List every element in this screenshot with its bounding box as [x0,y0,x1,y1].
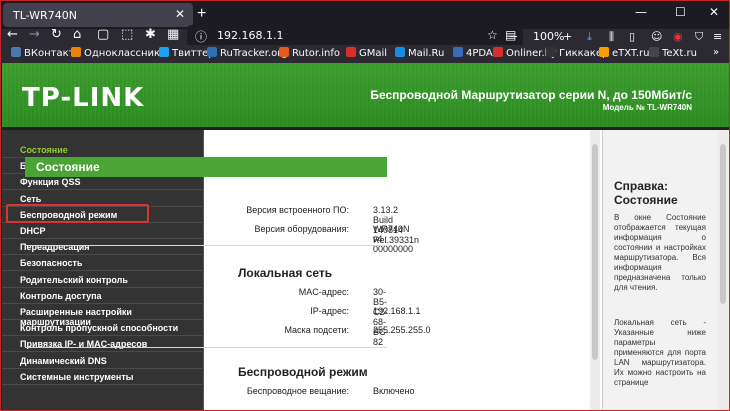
bookmark-item[interactable]: eTXT.ru [599,47,650,59]
bookmark-star-icon[interactable]: ☆ [487,28,498,42]
bookmark-label: RuTracker.org [220,48,288,59]
help-text-1: В окне Состояние отображается текущая ин… [614,213,706,292]
ip-value: 192.168.1.1 [373,306,421,316]
home-icon[interactable]: ⌂ [73,27,81,45]
bookmark-item[interactable]: Mail.Ru [395,47,444,59]
info-icon[interactable]: ⓘ [195,28,207,45]
downloads-icon[interactable]: ⤓ [587,30,592,44]
router-model: Модель № TL-WR740N [602,103,692,112]
firmware-label: Версия встроенного ПО: [246,205,349,215]
bookmark-item[interactable]: GMail [346,47,387,59]
back-icon[interactable]: ← [7,27,18,45]
calendar-icon[interactable]: ▦ [167,27,179,45]
mac-label: MAC-адрес: [298,287,349,297]
zoom-level[interactable]: 100% [533,30,564,43]
bookmark-favicon-icon [546,47,556,57]
bookmark-favicon-icon [71,47,81,57]
addon-icon[interactable]: ◉ [673,30,683,43]
bookmark-favicon-icon [453,47,463,57]
help-text-2: Локальная сеть - Указанные ниже параметр… [614,318,706,387]
minimize-button[interactable]: — [635,5,647,19]
hardware-label: Версия оборудования: [254,224,350,234]
zoom-out-icon[interactable]: − [509,30,518,43]
hardware-value: WR740N v4 00000000 [373,224,414,254]
broadcast-label: Беспроводное вещание: [246,386,349,396]
sidebar-item[interactable]: Динамический DNS [2,353,204,369]
tab-title: TL-WR740N [13,9,77,22]
bookmark-label: TeXt.ru [662,48,697,59]
bookmarks-overflow-icon[interactable]: » [713,47,719,58]
bookmark-label: eTXT.ru [612,48,650,59]
lan-title: Локальная сеть [238,266,333,280]
new-tab-button[interactable]: + [197,5,206,23]
url-text: 192.168.1.1 [217,29,284,42]
shield-icon[interactable]: ⛉ [695,30,703,44]
bookmark-favicon-icon [11,47,21,57]
tab-close-icon[interactable]: ✕ [175,7,185,21]
bookmark-item[interactable]: Одноклассники [71,47,167,59]
help-title: Справка: Состояние [614,179,678,207]
bookmark-favicon-icon [649,47,659,57]
close-window-button[interactable]: ✕ [709,5,719,19]
forward-icon[interactable]: → [29,27,40,45]
sidebar-item[interactable]: Привязка IP- и MAC-адресов [2,336,204,353]
main-scrollbar[interactable] [590,130,600,410]
browser-window: TL-WR740N ✕ + — ☐ ✕ ← → ↻ ⌂ ▢ ⬚ ✱ ▦ ⓘ 19… [0,0,730,411]
mac-value: 30-B5-C2-68-BC-82 [373,287,389,347]
mask-value: 255.255.255.0 [373,325,431,335]
bookmark-item[interactable]: RuTracker.org [207,47,288,59]
screenshot-icon[interactable]: ⬚ [121,27,133,45]
bookmark-item[interactable]: TeXt.ru [649,47,697,59]
bookmark-favicon-icon [207,47,217,57]
library-icon[interactable]: ⫼ [609,30,614,44]
bookmark-item[interactable]: Rutor.info [279,47,340,59]
mask-label: Маска подсети: [284,325,349,335]
router-title: Беспроводной Маршрутизатор серии N, до 1… [370,88,692,102]
bookmark-label: Одноклассники [84,48,167,59]
tplink-logo: TP-LINK [22,83,145,113]
router-page: TP-LINK Беспроводной Маршрутизатор серии… [2,63,729,410]
maximize-button[interactable]: ☐ [675,5,686,19]
bookmark-item[interactable]: 4PDA [453,47,493,59]
wireless-title: Беспроводной режим [238,365,368,379]
pocket-icon[interactable]: ▢ [97,27,109,45]
sidebar-item[interactable]: Системные инструменты [2,369,204,385]
sidebar-icon[interactable]: ▯ [629,30,635,43]
bookmark-favicon-icon [346,47,356,57]
bookmark-label: Mail.Ru [408,48,445,59]
bookmark-favicon-icon [493,47,503,57]
account-icon[interactable]: ☺ [651,30,662,43]
bookmark-favicon-icon [279,47,289,57]
bookmark-label: Rutor.info [292,48,341,59]
bookmark-label: 4PDA [466,48,493,59]
sidebar-item[interactable]: Состояние [2,142,204,158]
browser-tab[interactable]: TL-WR740N ✕ [3,3,193,27]
menu-icon[interactable]: ≡ [713,30,722,43]
bookmark-favicon-icon [599,47,609,57]
bookmark-favicon-icon [159,47,169,57]
bookmark-favicon-icon [395,47,405,57]
reload-icon[interactable]: ↻ [51,27,62,45]
bookmark-label: GMail [359,48,388,59]
extensions-icon[interactable]: ✱ [145,27,156,45]
sidebar-item[interactable]: Переадресация [2,239,204,256]
broadcast-value: Включено [373,386,415,396]
section-header: Состояние [25,157,387,177]
sidebar-item[interactable]: Безопасность [2,255,204,272]
highlight-box [6,204,149,223]
sidebar-item[interactable]: Родительский контроль [2,272,204,288]
zoom-in-icon[interactable]: + [563,30,572,43]
help-scrollbar[interactable] [718,130,728,410]
ip-label: IP-адрес: [310,306,349,316]
address-bar[interactable]: ⓘ 192.168.1.1 ☆ ▤ [187,25,523,47]
